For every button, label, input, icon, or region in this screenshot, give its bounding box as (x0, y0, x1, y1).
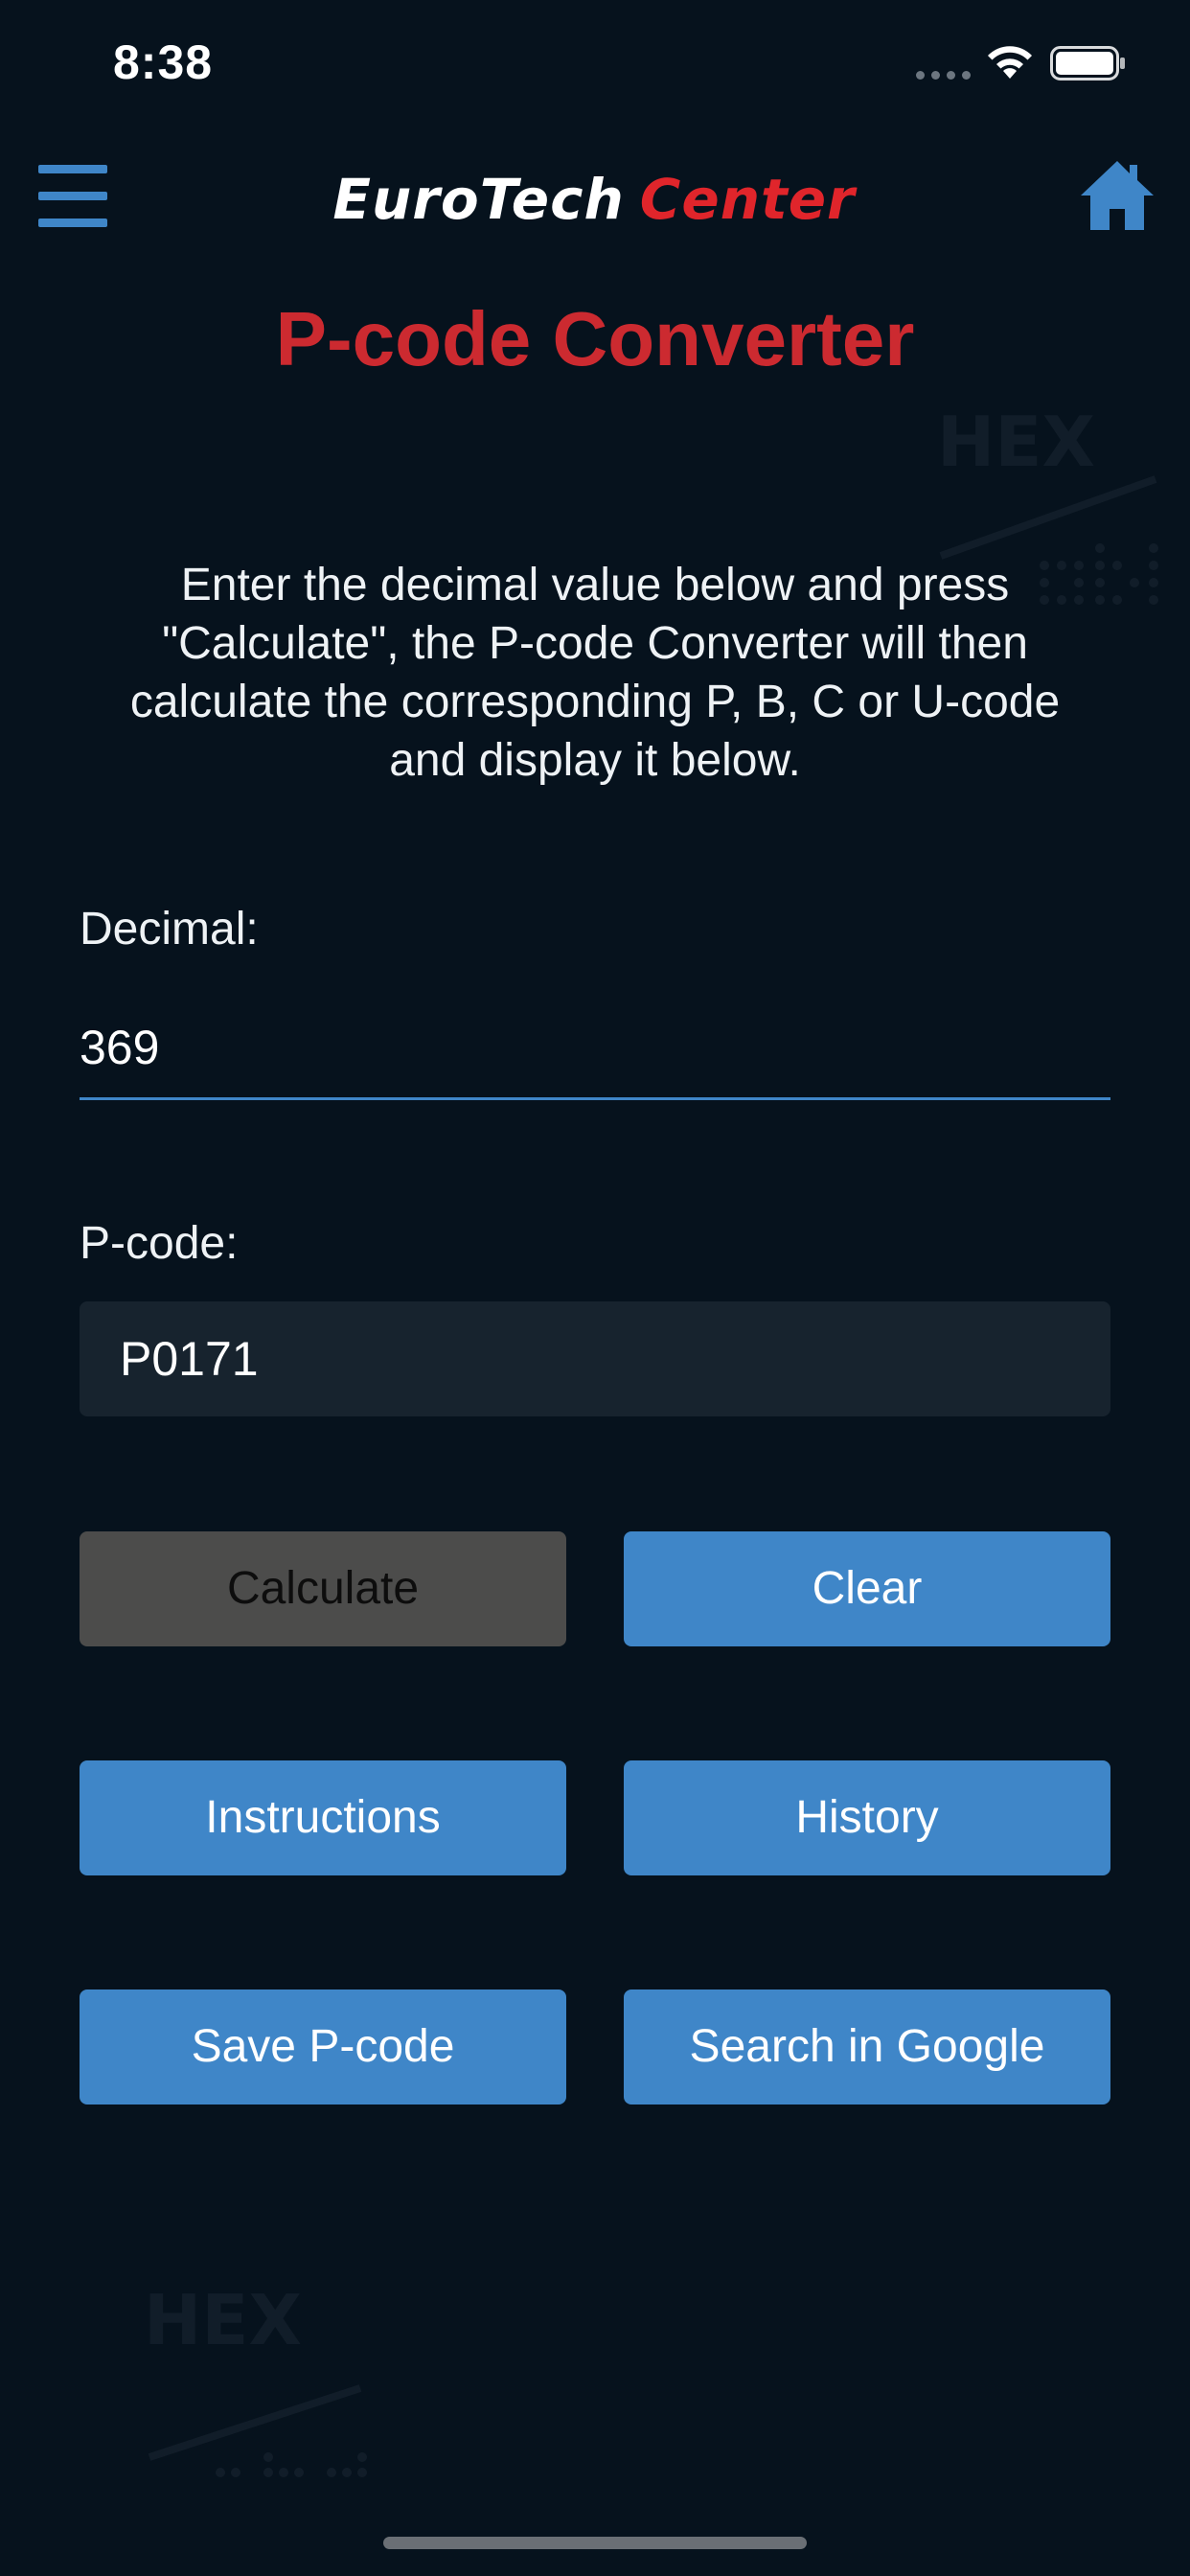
cellular-signal-icon (916, 71, 972, 80)
history-button[interactable]: History (624, 1760, 1110, 1875)
page-title: P-code Converter (275, 296, 915, 381)
battery-icon (1050, 46, 1125, 80)
pcode-label: P-code: (80, 1218, 239, 1269)
wifi-icon (988, 46, 1032, 79)
save-pcode-button[interactable]: Save P-code (80, 1990, 566, 2104)
search-google-button[interactable]: Search in Google (624, 1990, 1110, 2104)
status-bar: 8:38 (0, 0, 1190, 130)
intro-description: Enter the decimal value below and press … (129, 560, 1061, 786)
brand-logo-center: Center (639, 167, 856, 232)
app-header: EuroTech Center (0, 144, 1190, 259)
hex-watermark-icon: HEX (144, 2281, 367, 2477)
clear-button[interactable]: Clear (624, 1531, 1110, 1646)
home-indicator[interactable] (383, 2537, 807, 2549)
svg-text:HEX: HEX (937, 402, 1095, 482)
calculate-button[interactable]: Calculate (80, 1531, 566, 1646)
decimal-label: Decimal: (80, 904, 259, 954)
hamburger-menu-icon[interactable] (38, 165, 107, 228)
home-icon[interactable] (1079, 157, 1156, 234)
decimal-input[interactable] (80, 997, 1110, 1100)
status-time: 8:38 (113, 35, 214, 89)
pcode-output-field: P0171 (80, 1301, 1110, 1416)
brand-logo-eurotech: EuroTech (332, 167, 625, 232)
instructions-button[interactable]: Instructions (80, 1760, 566, 1875)
svg-text:HEX: HEX (144, 2281, 302, 2360)
brand-logo: EuroTech Center (287, 167, 901, 234)
